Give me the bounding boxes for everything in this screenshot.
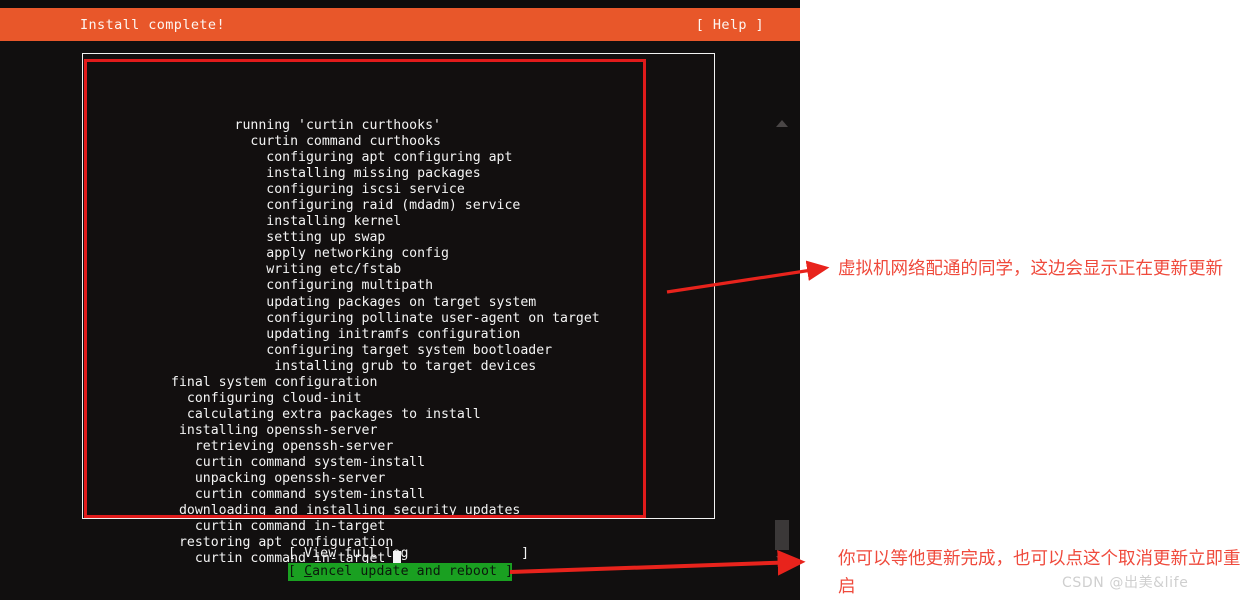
- installer-screen: Install complete! [ Help ] running 'curt…: [0, 0, 800, 600]
- log-line: installing missing packages: [171, 166, 481, 182]
- annotation-arrow-top: [666, 260, 830, 294]
- log-line: configuring pollinate user-agent on targ…: [171, 310, 600, 326]
- annotation-arrow-bottom: [509, 549, 806, 576]
- log-output-frame: running 'curtin curthooks' curtin comman…: [82, 53, 789, 567]
- log-line: curtin command in-target: [171, 519, 386, 535]
- log-line: curtin command curthooks: [171, 134, 441, 150]
- log-line: configuring target system bootloader: [171, 342, 553, 358]
- log-line: setting up swap: [171, 230, 386, 246]
- help-button[interactable]: [ Help ]: [696, 17, 764, 33]
- log-line: curtin command system-install: [171, 454, 426, 470]
- log-line: writing etc/fstab: [171, 262, 402, 278]
- log-line: configuring raid (mdadm) service: [171, 198, 521, 214]
- cancel-button-label: ancel update and reboot ]: [312, 564, 514, 579]
- log-line: apply networking config: [171, 246, 449, 262]
- log-line: configuring apt configuring apt: [171, 150, 513, 166]
- cancel-button-prefix: [: [288, 564, 305, 579]
- log-line: updating initramfs configuration: [171, 326, 521, 342]
- page-title: Install complete!: [80, 16, 225, 33]
- log-line: curtin command system-install: [171, 487, 426, 503]
- scrollbar-thumb[interactable]: [775, 520, 789, 550]
- top-strip: [0, 0, 800, 8]
- log-scrollbar[interactable]: [773, 112, 793, 568]
- cancel-button-accelerator: C: [304, 564, 313, 579]
- log-line: configuring cloud-init: [171, 390, 362, 406]
- csdn-watermark: CSDN @出美&life: [1062, 575, 1189, 591]
- log-line: installing kernel: [171, 214, 402, 230]
- log-line: configuring multipath: [171, 278, 434, 294]
- log-line: updating packages on target system: [171, 294, 537, 310]
- cancel-update-and-reboot-button[interactable]: [ Cancel update and reboot ]: [288, 563, 514, 581]
- log-line: installing grub to target devices: [171, 358, 537, 374]
- view-full-log-button[interactable]: [ View full log ]: [288, 545, 529, 563]
- log-line: calculating extra packages to install: [171, 406, 481, 422]
- log-line: configuring iscsi service: [171, 182, 465, 198]
- log-output-text: running 'curtin curthooks' curtin comman…: [171, 118, 719, 570]
- log-line: unpacking openssh-server: [171, 471, 386, 487]
- scroll-up-arrow-icon[interactable]: [776, 120, 788, 127]
- installer-header-bar: Install complete! [ Help ]: [0, 8, 800, 41]
- installer-actions: [ View full log ] [ Cancel update and re…: [288, 545, 529, 581]
- log-line: installing openssh-server: [171, 422, 378, 438]
- annotation-text-top: 虚拟机网络配通的同学，这边会显示正在更新更新: [838, 259, 1223, 279]
- log-line: final system configuration: [171, 374, 378, 390]
- log-line: retrieving openssh-server: [171, 438, 394, 454]
- log-line: downloading and installing security upda…: [171, 503, 521, 519]
- log-line: running 'curtin curthooks': [171, 118, 441, 133]
